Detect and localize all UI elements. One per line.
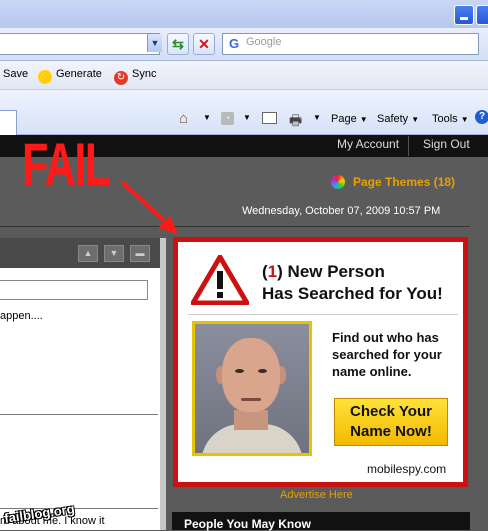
color-wheel-icon xyxy=(331,175,345,189)
refresh-button[interactable]: ⇆ xyxy=(167,33,189,55)
people-you-may-know-header: People You May Know xyxy=(172,512,470,531)
sync-button[interactable]: ↻ Sync xyxy=(114,68,156,85)
google-icon: G xyxy=(228,36,240,51)
page-themes-link[interactable]: Page Themes (18) xyxy=(353,175,455,189)
tools-menu[interactable]: Tools ▼ xyxy=(432,113,469,125)
sync-label: Sync xyxy=(132,68,157,80)
nav-divider xyxy=(408,136,409,156)
sync-icon: ↻ xyxy=(114,71,128,85)
check-your-name-button[interactable]: Check Your Name Now! xyxy=(334,398,448,446)
safety-menu[interactable]: Safety ▼ xyxy=(377,113,419,125)
chevron-up-icon[interactable]: ▲ xyxy=(78,245,98,262)
ad-body-text: Find out who has searched for your name … xyxy=(332,330,442,379)
feed-dropdown-icon[interactable]: ▼ xyxy=(243,113,251,122)
print-icon[interactable]: 🖶 xyxy=(289,110,302,134)
divider xyxy=(0,414,158,415)
ad-headline-line2: Has Searched for You! xyxy=(262,284,443,303)
ad-divider xyxy=(188,314,458,315)
scrollbar[interactable] xyxy=(160,238,166,530)
title-bar xyxy=(0,0,488,29)
chevron-down-icon: ▼ xyxy=(460,115,469,124)
left-panel-header: ▲ ▼ ▬ xyxy=(0,238,160,268)
address-bar[interactable] xyxy=(0,33,160,55)
ad-headline-line1-text: New Person xyxy=(282,262,385,281)
home-dropdown-icon[interactable]: ▼ xyxy=(203,113,211,122)
left-panel: ▲ ▼ ▬ appen.... m about me. I know it xyxy=(0,238,160,530)
ad-domain: mobilespy.com xyxy=(367,462,447,476)
red-arrow-icon xyxy=(120,180,178,234)
stop-button[interactable]: ✕ xyxy=(193,33,215,55)
sign-out-link[interactable]: Sign Out xyxy=(423,137,470,151)
mugshot-photo xyxy=(192,321,312,456)
warning-icon xyxy=(191,255,249,305)
fail-overlay-text: FAIL xyxy=(22,131,111,198)
generate-button[interactable]: ⚡ Generate xyxy=(38,68,102,84)
save-button[interactable]: Save xyxy=(3,68,28,80)
generate-label: Generate xyxy=(56,68,102,80)
mail-icon[interactable] xyxy=(262,112,277,124)
safety-menu-label: Safety xyxy=(377,113,409,125)
chevron-down-icon: ▼ xyxy=(359,115,368,124)
feed-icon[interactable]: ◔ xyxy=(221,112,234,125)
page-menu-label: Page xyxy=(331,113,357,125)
address-toolbar: ▼ ⇆ ✕ G Google xyxy=(0,28,488,61)
command-bar: ⌂ ▼ ◔ ▼ 🖶 ▼ Page ▼ Safety ▼ Tools ▼ ? xyxy=(0,90,488,135)
text-input[interactable] xyxy=(0,280,148,300)
advertisement[interactable]: (1) New Person Has Searched for You! Fin… xyxy=(173,237,468,487)
divider xyxy=(0,226,470,227)
home-icon[interactable]: ⌂ xyxy=(179,110,188,127)
minimize-button[interactable] xyxy=(454,5,474,25)
search-box[interactable]: G Google xyxy=(222,33,479,55)
links-toolbar: Save ⚡ Generate ↻ Sync xyxy=(0,61,488,90)
browser-tab[interactable] xyxy=(0,110,17,136)
search-placeholder: Google xyxy=(246,36,282,48)
tools-menu-label: Tools xyxy=(432,113,458,125)
lightning-icon: ⚡ xyxy=(38,70,52,84)
advertise-here-link[interactable]: Advertise Here xyxy=(280,489,353,501)
address-dropdown-button[interactable]: ▼ xyxy=(147,34,162,52)
search-count: 1 xyxy=(267,262,278,281)
my-account-link[interactable]: My Account xyxy=(337,137,399,151)
page-menu[interactable]: Page ▼ xyxy=(331,113,368,125)
chevron-down-icon[interactable]: ▼ xyxy=(104,245,124,262)
panel-text: appen.... xyxy=(0,310,43,322)
minimize-panel-icon[interactable]: ▬ xyxy=(130,245,150,262)
print-dropdown-icon[interactable]: ▼ xyxy=(313,113,321,122)
help-icon[interactable]: ? xyxy=(475,110,488,124)
people-you-may-know-title: People You May Know xyxy=(184,517,311,531)
maximize-button[interactable] xyxy=(476,5,488,25)
chevron-down-icon: ▼ xyxy=(411,115,420,124)
current-date: Wednesday, October 07, 2009 10:57 PM xyxy=(242,205,441,217)
ad-headline-line1: (1) New Person xyxy=(262,262,385,281)
